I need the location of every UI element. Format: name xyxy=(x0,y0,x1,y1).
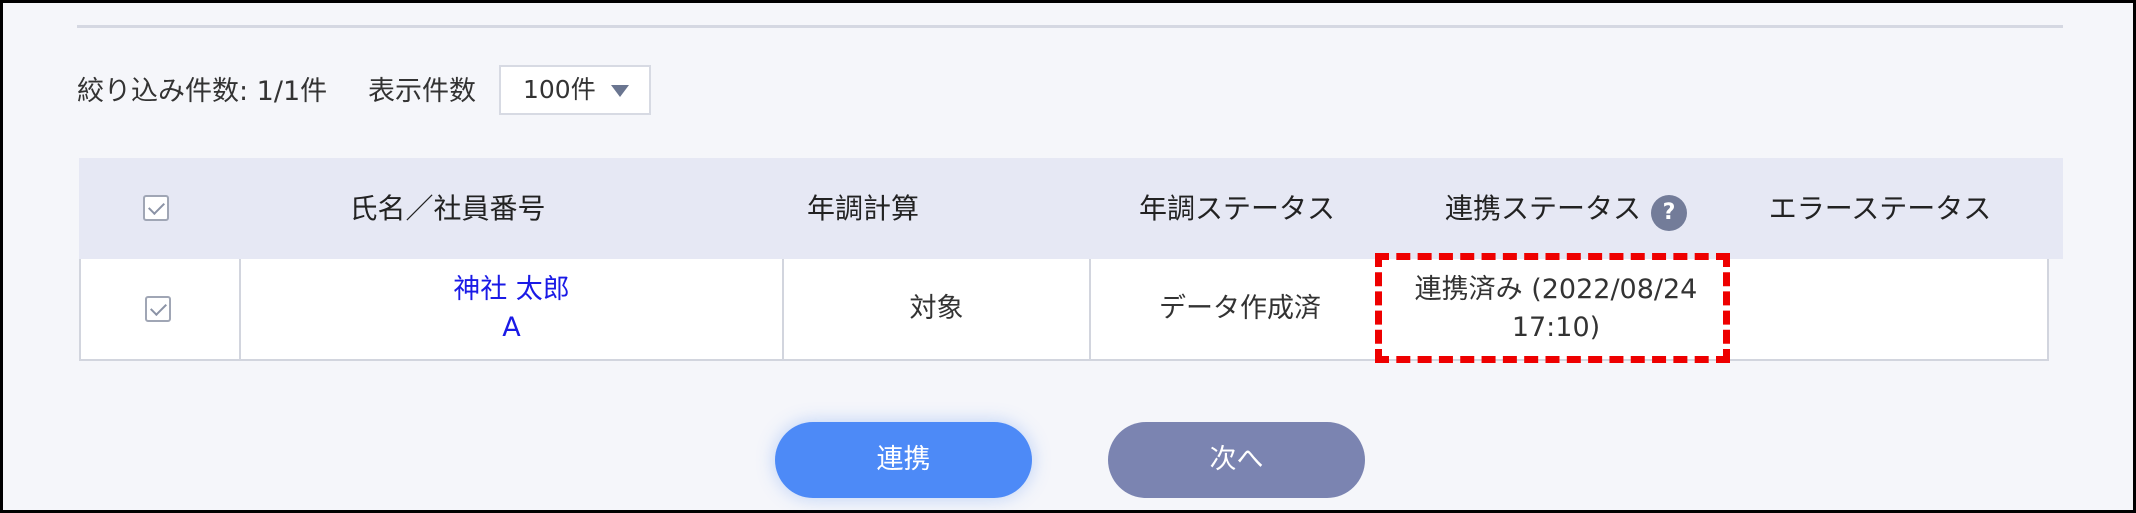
name-cell: 神社 太郎 A xyxy=(239,259,782,359)
help-icon[interactable]: ? xyxy=(1651,195,1687,231)
table-header: 氏名／社員番号 年調計算 年調ステータス 連携ステータス ? エラーステータス xyxy=(79,158,2063,259)
header-link-status: 連携ステータス xyxy=(1444,192,1641,225)
page-frame: 絞り込み件数: 1/1件 表示件数 100件 氏名／社員番号 年調計算 年調ステ… xyxy=(0,0,2136,513)
error-status-cell xyxy=(1723,259,2049,359)
employee-name: 神社 太郎 xyxy=(453,274,570,305)
highlight-box xyxy=(1375,253,1730,363)
table-row: 神社 太郎 A 対象 データ作成済 連携済み (2022/08/24 17:10… xyxy=(79,259,2049,361)
calc-cell: 対象 xyxy=(782,259,1089,359)
filter-count-label: 絞り込み件数: 1/1件 xyxy=(77,76,328,107)
row-checkbox[interactable] xyxy=(145,296,171,322)
page-size-value: 100件 xyxy=(523,75,596,104)
header-name: 氏名／社員番号 xyxy=(349,192,546,225)
row-select-cell xyxy=(81,259,239,359)
header-status: 年調ステータス xyxy=(1138,192,1335,225)
page-size-select[interactable]: 100件 xyxy=(499,65,651,115)
employee-number: A xyxy=(502,312,521,343)
header-error-status: エラーステータス xyxy=(1768,192,1992,225)
status-cell: データ作成済 xyxy=(1089,259,1389,359)
divider xyxy=(77,25,2063,28)
next-button[interactable]: 次へ xyxy=(1108,422,1365,498)
header-calc: 年調計算 xyxy=(806,192,919,225)
employee-name-link[interactable]: 神社 太郎 A xyxy=(453,271,570,347)
caret-down-icon xyxy=(611,85,629,97)
page-size-label: 表示件数 xyxy=(368,76,476,107)
link-button[interactable]: 連携 xyxy=(775,422,1032,498)
select-all-checkbox[interactable] xyxy=(143,195,169,221)
